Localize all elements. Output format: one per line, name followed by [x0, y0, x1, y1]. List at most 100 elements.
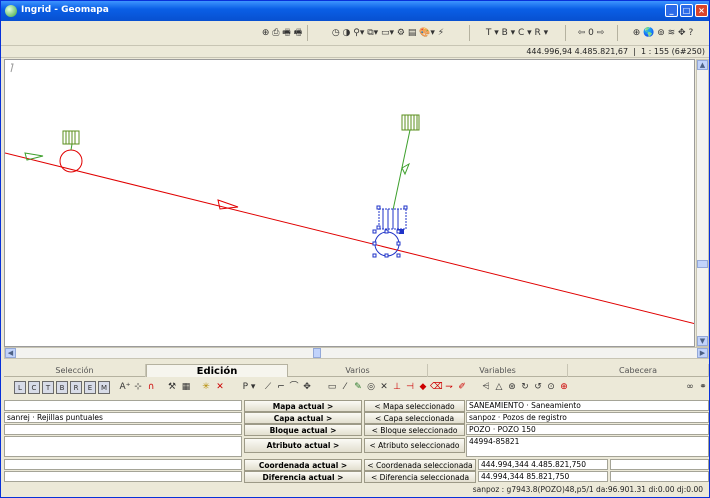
draw-line-icon[interactable]: ⁄ — [339, 381, 351, 394]
horizontal-scroll-thumb[interactable] — [313, 348, 321, 358]
diferencia-seleccionada-button[interactable]: < Diferencia seleccionada — [364, 471, 476, 483]
tools-icon[interactable]: ⚒ — [166, 381, 178, 394]
edit-icon-r[interactable]: R — [70, 381, 82, 394]
capa-seleccionada-button[interactable]: < Capa seleccionada — [364, 412, 465, 424]
coordinate-bar: 444.996,94 4.485.821,67 | 1 : 155 (6#250… — [1, 45, 709, 58]
close-button[interactable]: × — [695, 4, 708, 17]
edit-icon-m[interactable]: M — [98, 381, 110, 394]
move-tool-icon[interactable]: ✥ — [301, 381, 313, 394]
bloque-field[interactable]: POZO · POZO 150 — [466, 424, 709, 435]
tab-variables[interactable]: Variables — [428, 364, 568, 377]
left-field-1[interactable] — [4, 400, 242, 411]
rotate-tool-icon[interactable]: ⊛ — [506, 381, 518, 394]
connector-line-right — [392, 129, 411, 211]
selected-manhole[interactable] — [372, 205, 408, 258]
main-toolbar: ⊕ ⎙ 🖷 🖷 ◷ ◑ ⚲▾ ⧉▾ ▭▾ ⚙ ▤ 🎨▾ ⚡ T ▾ B ▾ C … — [1, 21, 709, 45]
left-field-6[interactable] — [4, 471, 242, 482]
toolbar-group-print[interactable]: ⊕ ⎙ 🖷 🖷 — [259, 26, 305, 40]
edit-icon-t[interactable]: T — [42, 381, 54, 394]
maximize-button[interactable]: □ — [680, 4, 693, 17]
coordenada-actual-button[interactable]: Coordenada actual > — [244, 459, 362, 471]
node-tool-icon[interactable]: ◆ — [417, 381, 429, 394]
diferencia-actual-button[interactable]: Diferencia actual > — [244, 471, 362, 483]
add-vertex-icon[interactable]: ⊹ — [132, 381, 144, 394]
table-edit-icon[interactable]: ▦ — [180, 381, 192, 394]
bloque-seleccionado-button[interactable]: < Bloque seleccionado — [364, 424, 465, 436]
diferencia-field[interactable]: 44.994,344 85.821,750 — [478, 471, 608, 482]
tab-varios[interactable]: Varios — [288, 364, 428, 377]
toolbar-group-text[interactable]: T ▾ B ▾ C ▾ R ▾ — [471, 26, 563, 40]
cross-tool-icon[interactable]: ✕ — [378, 381, 390, 394]
rectangle-tool-icon[interactable]: ▭ — [326, 381, 338, 394]
map-drawing[interactable] — [5, 60, 695, 347]
atributo-seleccionado-button[interactable]: < Atributo seleccionado — [364, 438, 465, 453]
scroll-left-button[interactable]: ◀ — [5, 348, 16, 358]
split-tool-icon[interactable]: ⊥ — [391, 381, 403, 394]
window-title: Ingrid - Geomapa — [21, 5, 109, 15]
edit-icon-e[interactable]: E — [84, 381, 96, 394]
capa-actual-button[interactable]: Capa actual > — [244, 412, 362, 424]
atributo-field[interactable]: 44994-85821 — [466, 436, 709, 457]
corner-marker — [10, 63, 14, 73]
rotate-right-icon[interactable]: ↻ — [519, 381, 531, 394]
left-field-3[interactable] — [4, 424, 242, 435]
atributo-actual-button[interactable]: Atributo actual > — [244, 438, 362, 453]
connector-arrow — [401, 162, 410, 176]
mapa-actual-button[interactable]: Mapa actual > — [244, 400, 362, 412]
diferencia-extra-field[interactable] — [610, 471, 709, 482]
tab-edicion[interactable]: Edición — [146, 364, 288, 377]
coordenada-extra-field[interactable] — [610, 459, 709, 470]
coordenada-seleccionada-button[interactable]: < Coordenada seleccionada — [364, 459, 476, 471]
mapa-field[interactable]: SANEAMIENTO · Saneamiento — [466, 400, 709, 411]
page-navigator[interactable]: ⇦ 0 ⇨ — [567, 26, 615, 40]
pipe-line[interactable] — [5, 152, 695, 325]
vertical-scroll-thumb[interactable] — [697, 260, 708, 268]
line-tool-icon[interactable]: ⟋ — [262, 381, 274, 394]
link-icon[interactable]: ∞ — [684, 381, 696, 394]
star-icon[interactable]: ✳ — [200, 381, 212, 394]
edit-icon-b[interactable]: B — [56, 381, 68, 394]
triangle-tool-icon[interactable]: △ — [493, 381, 505, 394]
pencil-icon[interactable]: ✎ — [352, 381, 364, 394]
arc-tool-icon[interactable]: ⌒ — [288, 381, 300, 394]
scroll-up-button[interactable]: ▲ — [697, 60, 708, 70]
grate-hatch-left — [65, 131, 76, 144]
join-tool-icon[interactable]: ⊣ — [404, 381, 416, 394]
left-field-2[interactable]: sanrej · Rejillas puntuales — [4, 412, 242, 423]
coordenada-field[interactable]: 444.994,344 4.485.821,750 — [478, 459, 608, 470]
mapa-seleccionado-button[interactable]: < Mapa seleccionado — [364, 400, 465, 412]
tab-seleccion[interactable]: Selección — [4, 364, 146, 377]
down-circle-icon[interactable]: ⊙ — [545, 381, 557, 394]
manhole-circle-left[interactable] — [59, 149, 83, 173]
brush-tool-icon[interactable]: ✐ — [456, 381, 468, 394]
left-field-4[interactable] — [4, 436, 242, 457]
mirror-tool-icon[interactable]: ⩤ — [480, 381, 492, 394]
grate-symbol-left[interactable] — [62, 130, 80, 145]
flip-tool-icon[interactable]: ⇁ — [443, 381, 455, 394]
toolbar-group-tools[interactable]: ⊕ 🌎 ⊚ ≋ ✥ ? — [619, 26, 707, 40]
circle-tool-icon[interactable]: ◎ — [365, 381, 377, 394]
delete-icon[interactable]: ✕ — [214, 381, 226, 394]
scroll-down-button[interactable]: ▼ — [697, 336, 708, 346]
bloque-actual-button[interactable]: Bloque actual > — [244, 424, 362, 436]
minimize-button[interactable]: _ — [665, 4, 678, 17]
rotate-left-icon[interactable]: ↺ — [532, 381, 544, 394]
capa-field[interactable]: sanpoz · Pozos de registro — [466, 412, 709, 423]
point-dropdown[interactable]: P ▾ — [239, 381, 259, 394]
erase-tool-icon[interactable]: ⌫ — [430, 381, 443, 394]
vertical-scrollbar[interactable]: ▲ ▼ — [696, 59, 709, 347]
add-point-icon[interactable]: A⁺ — [119, 381, 131, 394]
edit-icon-c[interactable]: C — [28, 381, 40, 394]
magnet-icon[interactable]: ∩ — [145, 381, 157, 394]
polyline-tool-icon[interactable]: ⌐ — [275, 381, 287, 394]
left-field-5[interactable] — [4, 459, 242, 470]
binoculars-icon[interactable]: ⚭ — [697, 381, 709, 394]
toolbar-group-draw[interactable]: ◷ ◑ ⚲▾ ⧉▾ ▭▾ ⚙ ▤ 🎨▾ ⚡ — [309, 26, 467, 40]
scroll-right-button[interactable]: ▶ — [697, 348, 708, 358]
toolbar-separator — [617, 25, 618, 41]
edit-icon-l[interactable]: L — [14, 381, 26, 394]
horizontal-scrollbar[interactable]: ◀ ▶ — [4, 347, 709, 359]
tab-cabecera[interactable]: Cabecera — [568, 364, 709, 377]
map-canvas[interactable] — [4, 59, 695, 347]
target-icon[interactable]: ⊕ — [558, 381, 570, 394]
